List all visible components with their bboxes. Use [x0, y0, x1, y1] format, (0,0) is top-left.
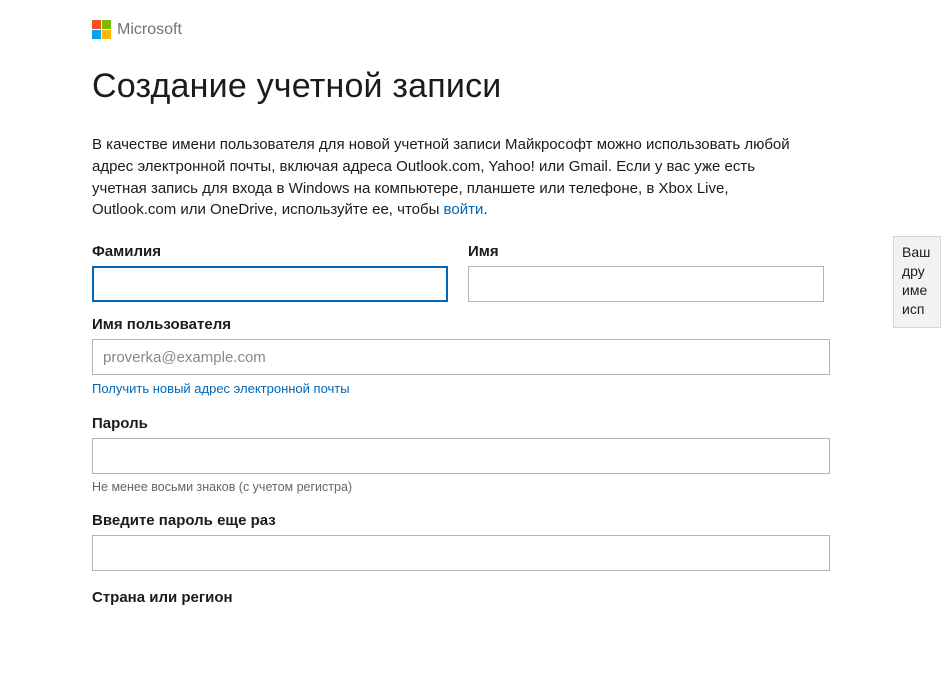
intro-after: .: [483, 201, 487, 218]
microsoft-logo-icon: [92, 20, 111, 39]
country-label: Страна или регион: [92, 589, 830, 606]
page-title: Создание учетной записи: [92, 67, 870, 106]
tooltip-line: Ваш: [902, 243, 936, 262]
tooltip-line: исп: [902, 300, 936, 319]
username-input[interactable]: [92, 339, 830, 375]
sign-in-link[interactable]: войти: [444, 201, 484, 218]
brand-name: Microsoft: [117, 21, 182, 39]
lastname-input[interactable]: [92, 266, 448, 302]
tooltip-line: дру: [902, 262, 936, 281]
firstname-label: Имя: [468, 243, 824, 260]
lastname-label: Фамилия: [92, 243, 448, 260]
side-tooltip: Ваш дру име исп: [893, 236, 941, 328]
tooltip-line: име: [902, 281, 936, 300]
password-input[interactable]: [92, 438, 830, 474]
firstname-input[interactable]: [468, 266, 824, 302]
password2-input[interactable]: [92, 535, 830, 571]
password-hint: Не менее восьми знаков (с учетом регистр…: [92, 480, 830, 494]
intro-text: В качестве имени пользователя для новой …: [92, 134, 812, 221]
password2-label: Введите пароль еще раз: [92, 512, 830, 529]
intro-body: В качестве имени пользователя для новой …: [92, 136, 790, 218]
password-label: Пароль: [92, 415, 830, 432]
get-new-email-link[interactable]: Получить новый адрес электронной почты: [92, 381, 350, 396]
brand-header: Microsoft: [92, 20, 870, 39]
username-label: Имя пользователя: [92, 316, 830, 333]
